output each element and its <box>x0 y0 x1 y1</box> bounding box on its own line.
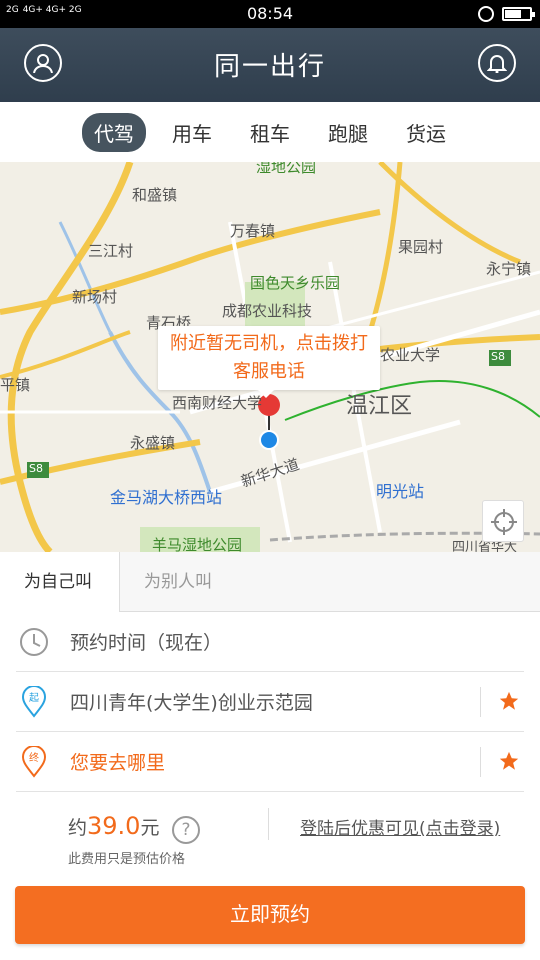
tab-call-other[interactable]: 为别人叫 <box>120 552 320 612</box>
highway-badge: S8 <box>491 350 505 363</box>
price-prefix: 约 <box>68 817 88 839</box>
map-view[interactable]: 湿地公园 和盛镇 万春镇 三江村 果园村 永宁镇 新场村 国色天乡乐园 成都农业… <box>0 162 540 552</box>
notification-button[interactable] <box>478 44 516 82</box>
tab-huoyun[interactable]: 货运 <box>394 113 458 152</box>
map-label: 农业大学 <box>380 346 441 364</box>
map-label: 和盛镇 <box>132 186 178 204</box>
call-segment: 为自己叫 为别人叫 <box>0 552 540 612</box>
reserve-time-row[interactable]: 预约时间（现在） <box>0 612 540 672</box>
map-label: 金马湖大桥西站 <box>110 488 223 507</box>
alarm-icon <box>478 6 494 22</box>
destination-input[interactable]: 您要去哪里 <box>70 748 165 775</box>
battery-icon <box>502 7 535 21</box>
map-label: 三江村 <box>88 242 134 260</box>
start-pin-icon: 起 <box>21 686 47 718</box>
bell-icon <box>487 55 507 73</box>
help-icon[interactable]: ? <box>172 816 200 844</box>
map-label: 新场村 <box>72 288 118 306</box>
start-location-label: 四川青年(大学生)创业示范园 <box>70 692 313 714</box>
map-label: 湿地公园 <box>256 162 317 176</box>
page-title: 同一出行 <box>213 52 326 82</box>
reserve-time-label: 预约时间（现在） <box>70 632 223 654</box>
price-value: 39.0 <box>87 812 141 840</box>
start-pin-text: 起 <box>29 692 39 704</box>
status-time: 08:54 <box>246 4 294 23</box>
highway-badge: S8 <box>29 462 43 475</box>
map-label: 温江区 <box>346 394 413 419</box>
map-label: 国色天乡乐园 <box>250 274 341 292</box>
map-label: 永宁镇 <box>486 260 532 278</box>
start-location-row[interactable]: 起 四川青年(大学生)创业示范园 <box>0 672 540 732</box>
locate-button[interactable] <box>482 500 524 542</box>
map-label: 羊马湿地公园 <box>152 536 243 552</box>
price-unit: 元 <box>140 817 160 839</box>
star-icon[interactable] <box>498 750 520 772</box>
price-note: 此费用只是预估价格 <box>68 852 186 867</box>
login-link[interactable]: 登陆后优惠可见(点击登录) <box>300 814 500 839</box>
tab-zuche[interactable]: 租车 <box>238 113 302 152</box>
map-label: 永盛镇 <box>130 434 176 452</box>
crosshair-icon <box>491 509 517 535</box>
map-label: 明光站 <box>376 482 425 501</box>
map-label: 平镇 <box>0 376 31 394</box>
star-icon[interactable] <box>498 690 520 712</box>
reserve-button[interactable]: 立即预约 <box>15 886 525 944</box>
end-pin-text: 终 <box>29 751 39 764</box>
clock-icon <box>20 628 48 656</box>
tab-daijia[interactable]: 代驾 <box>82 112 146 152</box>
tab-yongche[interactable]: 用车 <box>160 113 224 152</box>
map-label: 西南财经大学 <box>172 394 263 412</box>
tab-call-self[interactable]: 为自己叫 <box>0 552 120 612</box>
no-driver-callout[interactable]: 附近暂无司机，点击拨打客服电话 <box>158 326 380 398</box>
status-bar: 2G 4G+ 4G+ 2G 08:54 <box>0 0 540 28</box>
map-label: 成都农业科技 <box>222 302 313 320</box>
service-tabs: 代驾 用车 租车 跑腿 货运 <box>0 102 540 162</box>
map-label: 万春镇 <box>230 222 276 240</box>
price-estimate: 约39.0元 ? 此费用只是预估价格 登陆后优惠可见(点击登录) <box>0 792 540 882</box>
map-label: 果园村 <box>398 238 444 256</box>
tab-paotui[interactable]: 跑腿 <box>316 113 380 152</box>
end-pin-icon: 终 <box>21 746 47 778</box>
price-amount: 约39.0元 <box>68 812 159 840</box>
destination-row[interactable]: 终 您要去哪里 <box>0 732 540 792</box>
app-header: 同一出行 <box>0 28 540 102</box>
